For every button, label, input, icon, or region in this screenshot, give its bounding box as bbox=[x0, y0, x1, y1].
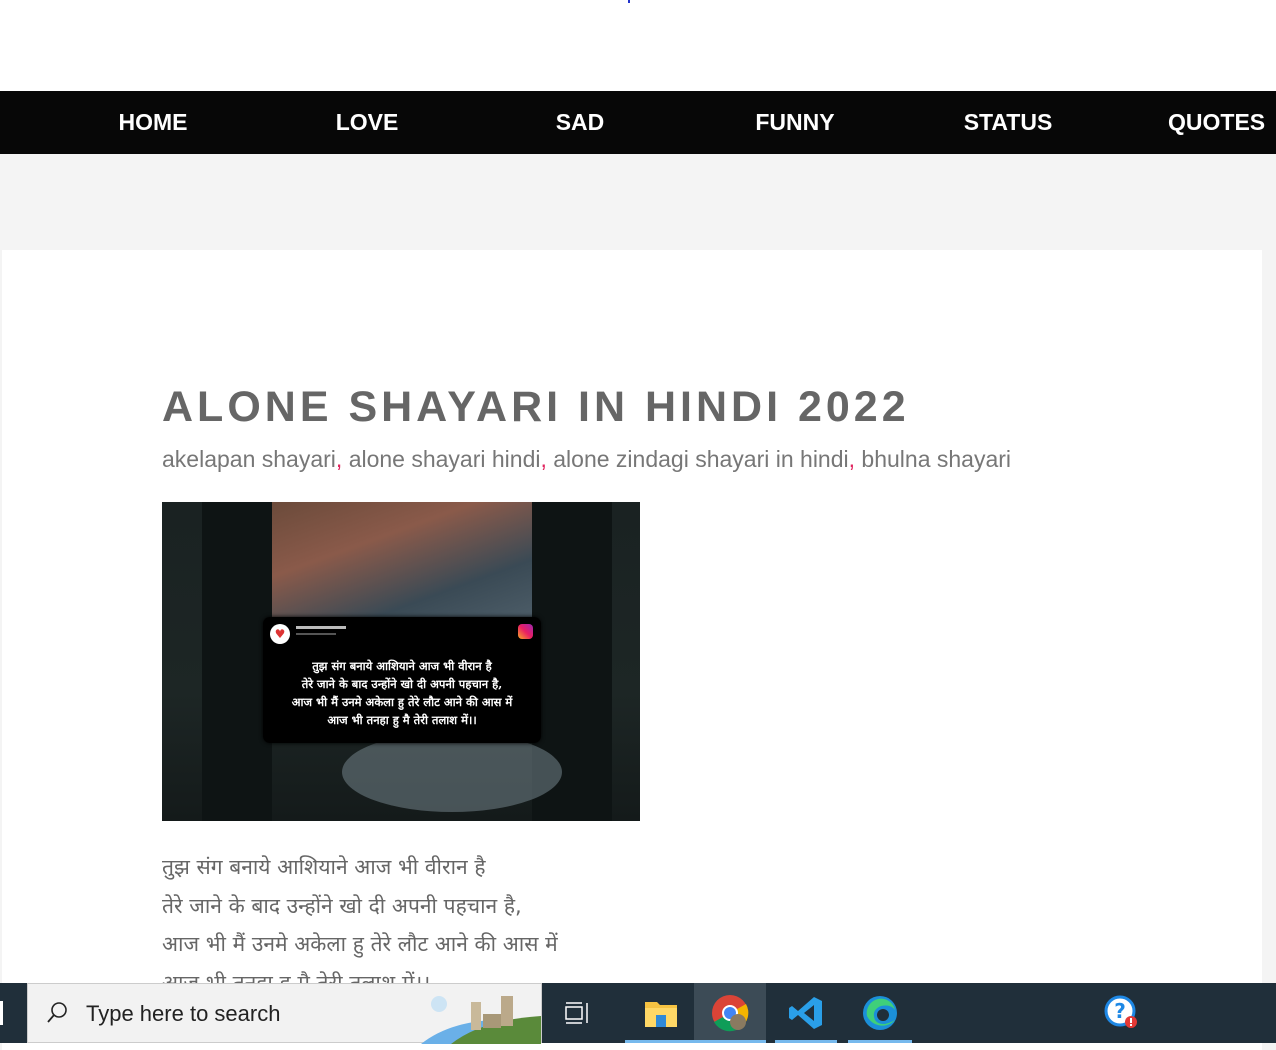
nav-sad[interactable]: SAD bbox=[530, 91, 630, 154]
search-highlight-image bbox=[421, 996, 541, 1044]
nav-status[interactable]: STATUS bbox=[953, 91, 1063, 154]
search-icon bbox=[47, 1002, 67, 1023]
quote-card-text: तुझ संग बनाये आशियाने आज भी वीरान है तेर… bbox=[263, 657, 541, 729]
task-view-icon bbox=[565, 1002, 588, 1024]
tag-link[interactable]: akelapan shayari bbox=[162, 446, 336, 472]
help-button[interactable]: ? bbox=[1086, 983, 1158, 1043]
tag-link[interactable]: alone zindagi shayari in hindi bbox=[553, 446, 848, 472]
quote-line: तुझ संग बनाये आशियाने आज भी वीरान है bbox=[312, 659, 492, 673]
tag-separator: , bbox=[848, 446, 856, 472]
quote-card: ♥ तुझ संग बनाये आशियाने आज भी वीरान है त… bbox=[263, 617, 541, 743]
file-explorer-icon bbox=[645, 1002, 677, 1027]
nav-love[interactable]: LOVE bbox=[317, 91, 417, 154]
poem-text: तुझ संग बनाये आशियाने आज भी वीरान है तेर… bbox=[162, 848, 558, 1002]
svg-text:?: ? bbox=[1114, 999, 1126, 1023]
curtain-left bbox=[202, 502, 272, 821]
tag-link[interactable]: alone shayari hindi bbox=[349, 446, 541, 472]
site-header bbox=[0, 0, 1276, 91]
task-view-button[interactable] bbox=[542, 983, 614, 1043]
chrome-button[interactable] bbox=[694, 983, 766, 1043]
chrome-icon bbox=[712, 995, 749, 1032]
post-image: ♥ तुझ संग बनाये आशियाने आज भी वीरान है त… bbox=[162, 502, 640, 821]
header-dot bbox=[628, 0, 630, 3]
start-edge[interactable] bbox=[0, 1001, 3, 1025]
quote-line: आज भी तनहा हु मै तेरी तलाश में।। bbox=[327, 713, 477, 727]
poem-line: तेरे जाने के बाद उन्होंने खो दी अपनी पहच… bbox=[162, 893, 522, 918]
help-icon: ? bbox=[1104, 995, 1137, 1028]
file-explorer-button[interactable] bbox=[625, 983, 697, 1043]
poem-line: आज भी मैं उनमे अकेला हु तेरे लौट आने की … bbox=[162, 932, 558, 956]
main-nav: HOME LOVE SAD FUNNY STATUS QUOTES bbox=[0, 91, 1276, 154]
quote-line: आज भी मैं उनमे अकेला हु तेरे लौट आने की … bbox=[291, 695, 513, 709]
quote-card-name bbox=[296, 626, 346, 629]
quote-line: तेरे जाने के बाद उन्होंने खो दी अपनी पहच… bbox=[301, 677, 503, 691]
quote-card-handle bbox=[296, 633, 336, 635]
nav-quotes[interactable]: QUOTES bbox=[1168, 91, 1276, 154]
tag-separator: , bbox=[540, 446, 547, 472]
edge-button[interactable] bbox=[848, 983, 912, 1043]
taskbar-search[interactable]: Type here to search bbox=[27, 983, 542, 1044]
instagram-icon bbox=[518, 624, 533, 639]
edge-icon bbox=[863, 996, 897, 1030]
nav-funny[interactable]: FUNNY bbox=[740, 91, 850, 154]
poem-line: तुझ संग बनाये आशियाने आज भी वीरान है bbox=[162, 855, 486, 879]
tag-separator: , bbox=[335, 446, 343, 472]
tag-link[interactable]: bhulna shayari bbox=[861, 446, 1011, 472]
post-title: ALONE SHAYARI IN HINDI 2022 bbox=[162, 383, 910, 431]
vscode-icon bbox=[789, 997, 822, 1029]
heart-icon: ♥ bbox=[270, 624, 290, 644]
search-placeholder: Type here to search bbox=[86, 1001, 281, 1026]
post-tags: akelapan shayari, alone shayari hindi, a… bbox=[162, 446, 1011, 473]
taskbar: Type here to search ? bbox=[0, 983, 1276, 1044]
vscode-button[interactable] bbox=[775, 983, 837, 1043]
table-shape bbox=[342, 732, 562, 812]
nav-home[interactable]: HOME bbox=[103, 91, 203, 154]
